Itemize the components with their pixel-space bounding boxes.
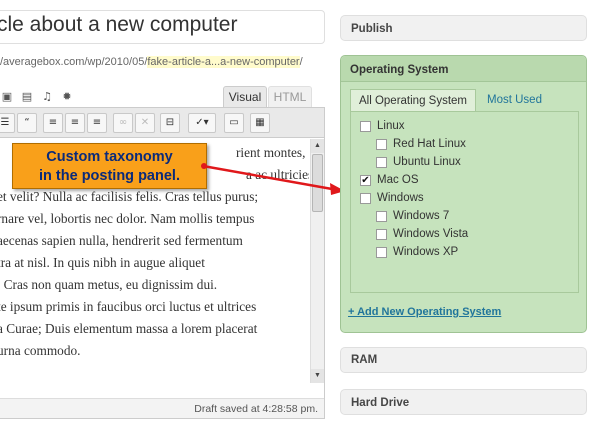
content-line: rnare vel, lobortis nec dolor. Nam molli… — [0, 211, 255, 226]
checkbox-label: Ubuntu Linux — [393, 156, 461, 168]
scroll-thumb[interactable] — [312, 154, 323, 212]
align-left-icon[interactable]: ≡ — [43, 113, 63, 133]
checkbox[interactable] — [376, 211, 387, 222]
image-icon[interactable]: ▣ — [0, 90, 14, 103]
unlink-icon[interactable]: ✕ — [135, 113, 155, 133]
align-right-icon[interactable]: ≡ — [87, 113, 107, 133]
hard-drive-box[interactable]: Hard Drive — [340, 389, 587, 415]
operating-system-header[interactable]: Operating System — [341, 56, 586, 82]
publish-box[interactable]: Publish — [340, 15, 587, 41]
blockquote-icon[interactable]: “ — [17, 113, 37, 133]
list-icon[interactable]: ☰ — [0, 113, 15, 133]
add-new-operating-system-link[interactable]: + Add New Operating System — [348, 306, 501, 318]
draft-saved-status: Draft saved at 4:28:58 pm. — [194, 403, 318, 415]
operating-system-title: Operating System — [350, 64, 449, 76]
callout-line-1: Custom taxonomy — [46, 149, 173, 165]
music-icon[interactable]: ♫ — [40, 90, 54, 103]
scroll-down-arrow-icon[interactable]: ▼ — [311, 369, 324, 383]
content-line: aecenas sapien nulla, hendrerit sed ferm… — [0, 233, 243, 248]
checkbox-label: Linux — [377, 120, 405, 132]
content-line: et velit? Nulla ac facilisis felis. Cras… — [0, 189, 259, 204]
ram-title: RAM — [351, 354, 378, 366]
post-editor-screen: cle about a new computer /averagebox.com… — [0, 0, 599, 430]
content-line: te ipsum primis in faucibus orci luctus … — [0, 299, 257, 314]
content-line: rient montes, — [236, 145, 306, 160]
checkbox[interactable] — [376, 157, 387, 168]
callout-line-2: in the posting panel. — [39, 168, 180, 184]
permalink: /averagebox.com/wp/2010/05/fake-article-… — [0, 56, 303, 68]
checkbox[interactable] — [376, 139, 387, 150]
tab-most-used[interactable]: Most Used — [487, 94, 542, 106]
checkbox-checked[interactable]: ✔ — [360, 175, 371, 186]
operating-system-checklist: Linux Red Hat Linux Ubuntu Linux ✔ Mac O… — [350, 111, 579, 293]
content-line: a Curae; Duis elementum massa a lorem pl… — [0, 321, 258, 336]
scroll-up-arrow-icon[interactable]: ▲ — [311, 139, 324, 153]
more-tag-icon[interactable]: ⊟ — [160, 113, 180, 133]
checkbox-label: Windows Vista — [393, 228, 469, 240]
hard-drive-title: Hard Drive — [351, 397, 410, 409]
tab-all-operating-system[interactable]: All Operating System — [350, 89, 476, 112]
spellcheck-icon[interactable]: ✓▾ — [188, 113, 216, 133]
post-title-input[interactable]: cle about a new computer — [0, 10, 325, 44]
ram-box[interactable]: RAM — [340, 347, 587, 373]
kitchen-sink-icon[interactable]: ▦ — [250, 113, 270, 133]
link-icon[interactable]: ∞ — [113, 113, 133, 133]
editor-toolbar: ☰ “ ≡ ≡ ≡ ∞ ✕ ⊟ ✓▾ ▭ ▦ — [0, 108, 324, 138]
tab-visual[interactable]: Visual — [223, 86, 267, 108]
operating-system-box: Operating System All Operating System Mo… — [340, 55, 587, 333]
post-title-value: cle about a new computer — [0, 13, 238, 36]
content-line: . Cras non quam metus, eu dignissim dui. — [0, 277, 218, 292]
media-buttons: ▣ ▤ ♫ ✹ — [0, 90, 74, 104]
content-line: tra at nisl. In quis nibh in augue aliqu… — [0, 255, 205, 270]
align-center-icon[interactable]: ≡ — [65, 113, 85, 133]
content-line: urna commodo. — [0, 343, 81, 358]
tab-html[interactable]: HTML — [268, 86, 312, 108]
permalink-prefix: /averagebox.com/wp/2010/05/ — [0, 56, 148, 68]
fullscreen-icon[interactable]: ▭ — [224, 113, 244, 133]
checkbox-label: Mac OS — [377, 174, 419, 186]
checkbox[interactable] — [360, 121, 371, 132]
editor-scrollbar[interactable]: ▲ ▼ — [310, 139, 324, 383]
permalink-suffix: / — [299, 56, 303, 68]
checkbox[interactable] — [360, 193, 371, 204]
content-line: a ac ultricies — [246, 167, 309, 182]
editor-status-bar: Draft saved at 4:28:58 pm. — [0, 398, 324, 418]
permalink-slug[interactable]: fake-article-a...a-new-computer — [147, 56, 300, 68]
checkbox[interactable] — [376, 247, 387, 258]
checkbox-label: Windows XP — [393, 246, 459, 258]
checkbox-label: Windows 7 — [393, 210, 450, 222]
checkbox[interactable] — [376, 229, 387, 240]
annotation-callout: Custom taxonomy in the posting panel. — [12, 143, 207, 189]
gallery-icon[interactable]: ✹ — [60, 90, 74, 103]
checkbox-label: Windows — [377, 192, 424, 204]
checkbox-label: Red Hat Linux — [393, 138, 466, 150]
publish-title: Publish — [351, 23, 393, 35]
video-icon[interactable]: ▤ — [20, 90, 34, 103]
